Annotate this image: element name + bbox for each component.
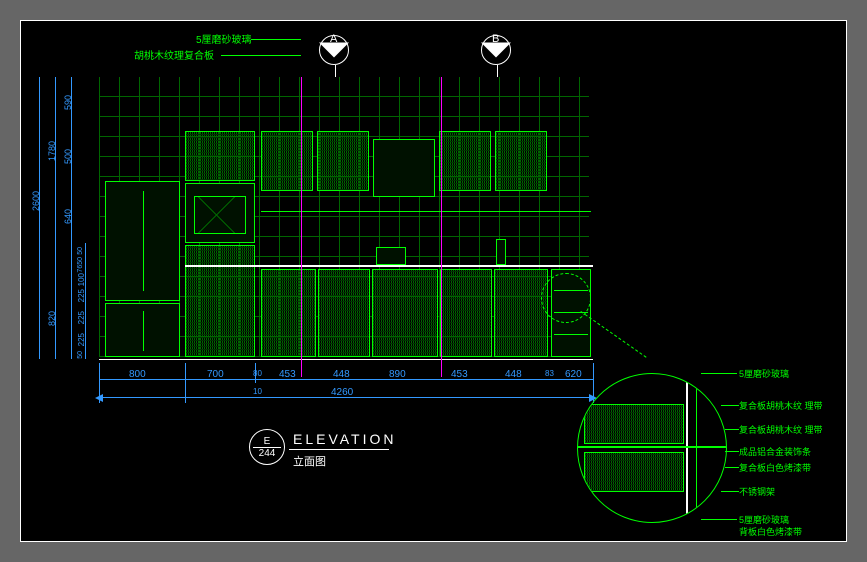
section-letter-b: B <box>492 33 499 45</box>
oven-unit <box>185 183 255 243</box>
dim-225a: 225 <box>77 289 86 302</box>
note-walnut-panel: 胡桃木纹理复合板 <box>134 47 214 62</box>
title-underline <box>289 449 389 450</box>
dim-50a: 50 <box>77 247 84 255</box>
countertop <box>185 265 593 267</box>
cad-canvas: 5厘磨砂玻璃 胡桃木纹理复合板 A B <box>20 20 847 542</box>
ele-letter: E <box>264 436 271 447</box>
detail-label-8: 背板白色烤漆带 <box>739 525 802 538</box>
upper-cabinet-4 <box>439 131 491 191</box>
dim-w-fridge: 800 <box>129 369 146 380</box>
dim-c5: 448 <box>505 369 522 380</box>
base-cabinet-3 <box>372 269 438 357</box>
ele-sheet: 244 <box>259 448 276 459</box>
base-cabinet-4 <box>440 269 492 357</box>
detail-label-3: 复合板胡桃木纹 理带 <box>739 423 823 436</box>
dim-c2: 448 <box>333 369 350 380</box>
dim-lower-span: 820 <box>47 311 57 326</box>
bottle <box>496 239 506 265</box>
detail-label-2: 复合板胡桃木纹 理带 <box>739 399 823 412</box>
dim-c4: 453 <box>451 369 468 380</box>
dim-225c: 225 <box>77 333 86 346</box>
leader-line <box>221 55 301 56</box>
note-frosted-glass-top: 5厘磨砂玻璃 <box>196 31 252 46</box>
dim-w-tall: 700 <box>207 369 224 380</box>
title-cn: 立面图 <box>293 453 326 469</box>
dim-v-upper: 500 <box>63 149 73 164</box>
section-line <box>301 77 302 377</box>
dim-line-v <box>39 77 40 359</box>
cookpot <box>376 247 406 265</box>
upper-cabinet-3 <box>317 131 369 191</box>
dim-v-top: 590 <box>63 95 73 110</box>
range-hood <box>373 139 435 197</box>
detail-label-6: 不锈钢架 <box>739 485 775 498</box>
dim-upper-span: 1780 <box>47 141 57 161</box>
base-cabinet-2 <box>318 269 370 357</box>
leader-line <box>251 39 301 40</box>
utensil-rail <box>261 211 591 212</box>
upper-cabinet-5 <box>495 131 547 191</box>
dim-100: 100 <box>77 273 86 286</box>
dim-v-mid1: 640 <box>63 209 73 224</box>
dim-7650: 7650 <box>77 257 84 273</box>
dim-c3: 890 <box>389 369 406 380</box>
upper-cabinet-2 <box>261 131 313 191</box>
section-letter-a: A <box>330 33 337 45</box>
section-stem-b <box>497 65 498 77</box>
drawing-area: 5厘磨砂玻璃 胡桃木纹理复合板 A B <box>21 21 846 541</box>
detail-label-5: 复合板白色烤漆带 <box>739 461 811 474</box>
dim-overall-h: 2600 <box>31 191 41 211</box>
base-cabinet-1 <box>261 269 316 357</box>
section-stem-a <box>335 65 336 77</box>
dim-arrow <box>95 394 103 402</box>
tall-lower-panel <box>185 245 255 357</box>
dim-225b: 225 <box>77 311 86 324</box>
dim-50b: 50 <box>77 351 84 359</box>
detail-view-circle <box>577 373 727 523</box>
section-line <box>441 77 442 377</box>
upper-cabinet-1 <box>185 131 255 181</box>
base-cabinet-5 <box>494 269 548 357</box>
dim-c1: 453 <box>279 369 296 380</box>
fridge-handle <box>143 191 144 291</box>
dim-row2-10: 10 <box>253 387 262 396</box>
oven-glass <box>194 196 246 234</box>
dim-overall-w: 4260 <box>331 387 353 398</box>
fridge-handle2 <box>143 311 144 351</box>
floor-line <box>99 359 593 360</box>
detail-label-1: 5厘磨砂玻璃 <box>739 367 789 380</box>
title-en: ELEVATION <box>293 431 397 447</box>
detail-label-4: 成品铝合金装饰条 <box>739 445 811 458</box>
elevation-marker: E 244 <box>249 429 285 465</box>
